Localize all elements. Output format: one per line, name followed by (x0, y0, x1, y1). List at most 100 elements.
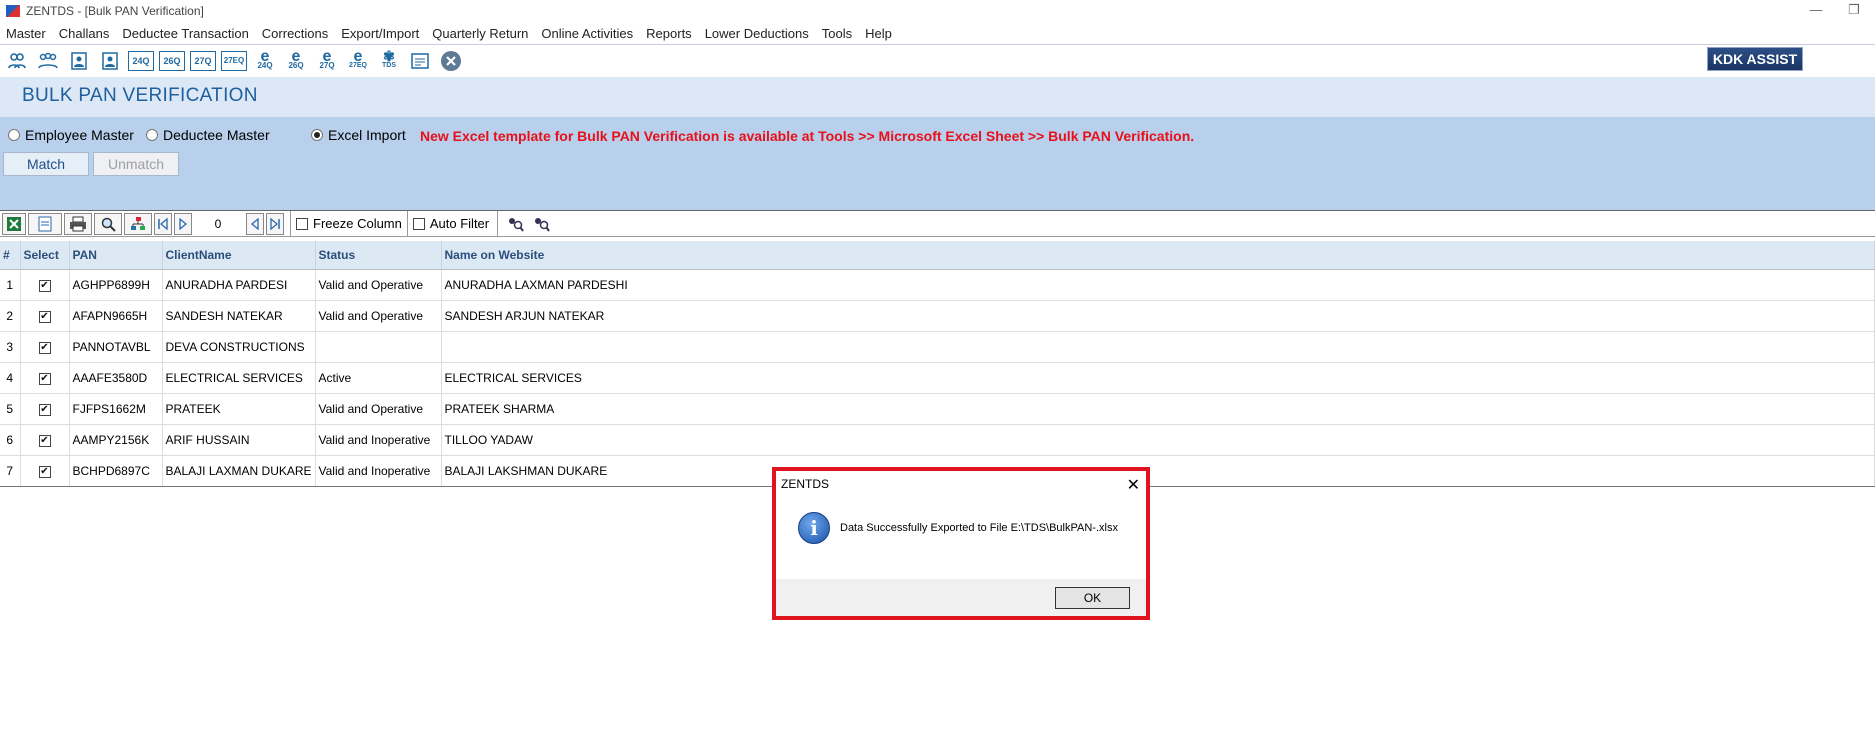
radio-employee-master[interactable]: Employee Master (8, 127, 134, 143)
print-icon[interactable] (64, 212, 92, 235)
menu-corrections[interactable]: Corrections (262, 26, 328, 41)
row-select-checkbox[interactable] (38, 373, 51, 385)
col-header-select[interactable]: Select (20, 241, 70, 270)
menu-online-activities[interactable]: Online Activities (541, 26, 633, 41)
e-27q-icon[interactable]: e 27Q (314, 48, 340, 74)
row-pan: AGHPP6899H (69, 269, 163, 301)
find-user-icon[interactable] (502, 216, 528, 232)
match-button[interactable]: Match (3, 152, 89, 176)
row-select[interactable] (20, 424, 70, 456)
table-row[interactable]: 6 AAMPY2156K ARIF HUSSAIN Valid and Inop… (0, 424, 1875, 456)
table-row[interactable]: 3 PANNOTAVBL DEVA CONSTRUCTIONS (0, 331, 1875, 363)
row-select[interactable] (20, 362, 70, 394)
radio-excel-import-dot[interactable] (311, 129, 323, 141)
first-record-icon[interactable] (154, 212, 172, 235)
e-24q-label: 24Q (257, 60, 273, 70)
row-pan: PANNOTAVBL (69, 331, 163, 363)
e-27eq-icon[interactable]: e 27EQ (345, 48, 371, 74)
pdf-export-icon[interactable] (28, 212, 62, 235)
find-next-icon[interactable] (528, 216, 554, 232)
table-row[interactable]: 1 AGHPP6899H ANURADHA PARDESI Valid and … (0, 269, 1875, 301)
row-select[interactable] (20, 331, 70, 363)
form-27q-doc-icon[interactable]: 27Q (190, 50, 216, 71)
radio-deductee-master-dot[interactable] (146, 129, 158, 141)
row-select-checkbox[interactable] (38, 280, 51, 292)
form-24q-doc-icon[interactable]: 24Q (128, 50, 154, 71)
minimize-button[interactable]: — (1801, 2, 1831, 20)
radio-deductee-master[interactable]: Deductee Master (146, 127, 270, 143)
next-record-icon[interactable] (174, 212, 192, 235)
close-icon[interactable] (438, 48, 464, 74)
freeze-column-toggle[interactable]: Freeze Column (290, 211, 408, 236)
excel-export-icon[interactable] (2, 212, 26, 235)
row-select-checkbox[interactable] (38, 435, 51, 447)
ok-button[interactable]: OK (1055, 587, 1130, 609)
row-name-on-website: PRATEEK SHARMA (441, 393, 1875, 425)
find-icon[interactable] (94, 212, 122, 235)
users-icon[interactable] (4, 48, 30, 74)
menu-lower-deductions[interactable]: Lower Deductions (705, 26, 809, 41)
row-select-checkbox[interactable] (38, 466, 51, 478)
col-header-pan[interactable]: PAN (69, 241, 163, 270)
row-select-checkbox[interactable] (38, 342, 51, 354)
auto-filter-checkbox[interactable] (412, 217, 425, 230)
prev-record-icon[interactable] (246, 212, 264, 235)
table-row[interactable]: 2 AFAPN9665H SANDESH NATEKAR Valid and O… (0, 300, 1875, 332)
last-record-icon[interactable] (266, 212, 284, 235)
record-counter: 0 (214, 216, 222, 231)
pan-grid: # Select PAN ClientName Status Name on W… (0, 241, 1875, 487)
row-select[interactable] (20, 269, 70, 301)
hierarchy-icon[interactable] (124, 212, 152, 235)
row-select[interactable] (20, 300, 70, 332)
row-status: Valid and Inoperative (315, 424, 442, 456)
page-title: BULK PAN VERIFICATION (22, 85, 258, 106)
e-24q-icon[interactable]: e 24Q (252, 48, 278, 74)
row-client-name: ARIF HUSSAIN (162, 424, 316, 456)
title-bar: ZENTDS - [Bulk PAN Verification] — ❐ (0, 0, 1875, 22)
form-26q-icon[interactable] (97, 48, 123, 74)
row-pan: AAMPY2156K (69, 424, 163, 456)
row-name-on-website: ANURADHA LAXMAN PARDESHI (441, 269, 1875, 301)
form-27eq-doc-icon[interactable]: 27EQ (221, 50, 247, 71)
menu-deductee-transaction[interactable]: Deductee Transaction (122, 26, 248, 41)
menu-reports[interactable]: Reports (646, 26, 692, 41)
col-header-name-on-website[interactable]: Name on Website (441, 241, 1875, 270)
group-icon[interactable] (35, 48, 61, 74)
dialog-message: Data Successfully Exported to File E:\TD… (840, 522, 1118, 534)
table-row[interactable]: 4 AAAFE3580D ELECTRICAL SERVICES Active … (0, 362, 1875, 394)
menu-quarterly-return[interactable]: Quarterly Return (432, 26, 528, 41)
auto-filter-toggle[interactable]: Auto Filter (408, 211, 499, 236)
row-select-checkbox[interactable] (38, 311, 51, 323)
menu-bar: Master Challans Deductee Transaction Cor… (0, 22, 1875, 44)
restore-button[interactable]: ❐ (1839, 2, 1869, 20)
menu-tools[interactable]: Tools (822, 26, 852, 41)
menu-help[interactable]: Help (865, 26, 892, 41)
unmatch-button[interactable]: Unmatch (93, 152, 179, 176)
radio-excel-import[interactable]: Excel Import (311, 127, 406, 143)
row-select[interactable] (20, 393, 70, 425)
radio-employee-master-dot[interactable] (8, 129, 20, 141)
table-row[interactable]: 5 FJFPS1662M PRATEEK Valid and Operative… (0, 393, 1875, 425)
col-header-client-name[interactable]: ClientName (162, 241, 316, 270)
tds-icon[interactable]: ✾ TDS (376, 48, 402, 74)
freeze-column-checkbox[interactable] (296, 217, 308, 230)
freeze-column-label: Freeze Column (313, 216, 402, 231)
radio-employee-master-label: Employee Master (25, 127, 134, 143)
menu-challans[interactable]: Challans (59, 26, 110, 41)
row-select[interactable] (20, 455, 70, 487)
col-header-number[interactable]: # (0, 241, 21, 270)
kdk-assist-button[interactable]: KDK ASSIST (1707, 47, 1803, 71)
row-select-checkbox[interactable] (38, 404, 51, 416)
row-pan: AAAFE3580D (69, 362, 163, 394)
row-number: 3 (0, 331, 21, 363)
dialog-close-icon[interactable]: ✕ (1127, 475, 1140, 495)
row-status: Valid and Operative (315, 300, 442, 332)
e-26q-icon[interactable]: e 26Q (283, 48, 309, 74)
menu-master[interactable]: Master (6, 26, 46, 41)
form-24q-icon[interactable] (66, 48, 92, 74)
menu-export-import[interactable]: Export/Import (341, 26, 419, 41)
col-header-status[interactable]: Status (315, 241, 442, 270)
certificate-icon[interactable] (407, 48, 433, 74)
row-status (315, 331, 442, 363)
form-26q-doc-icon[interactable]: 26Q (159, 50, 185, 71)
